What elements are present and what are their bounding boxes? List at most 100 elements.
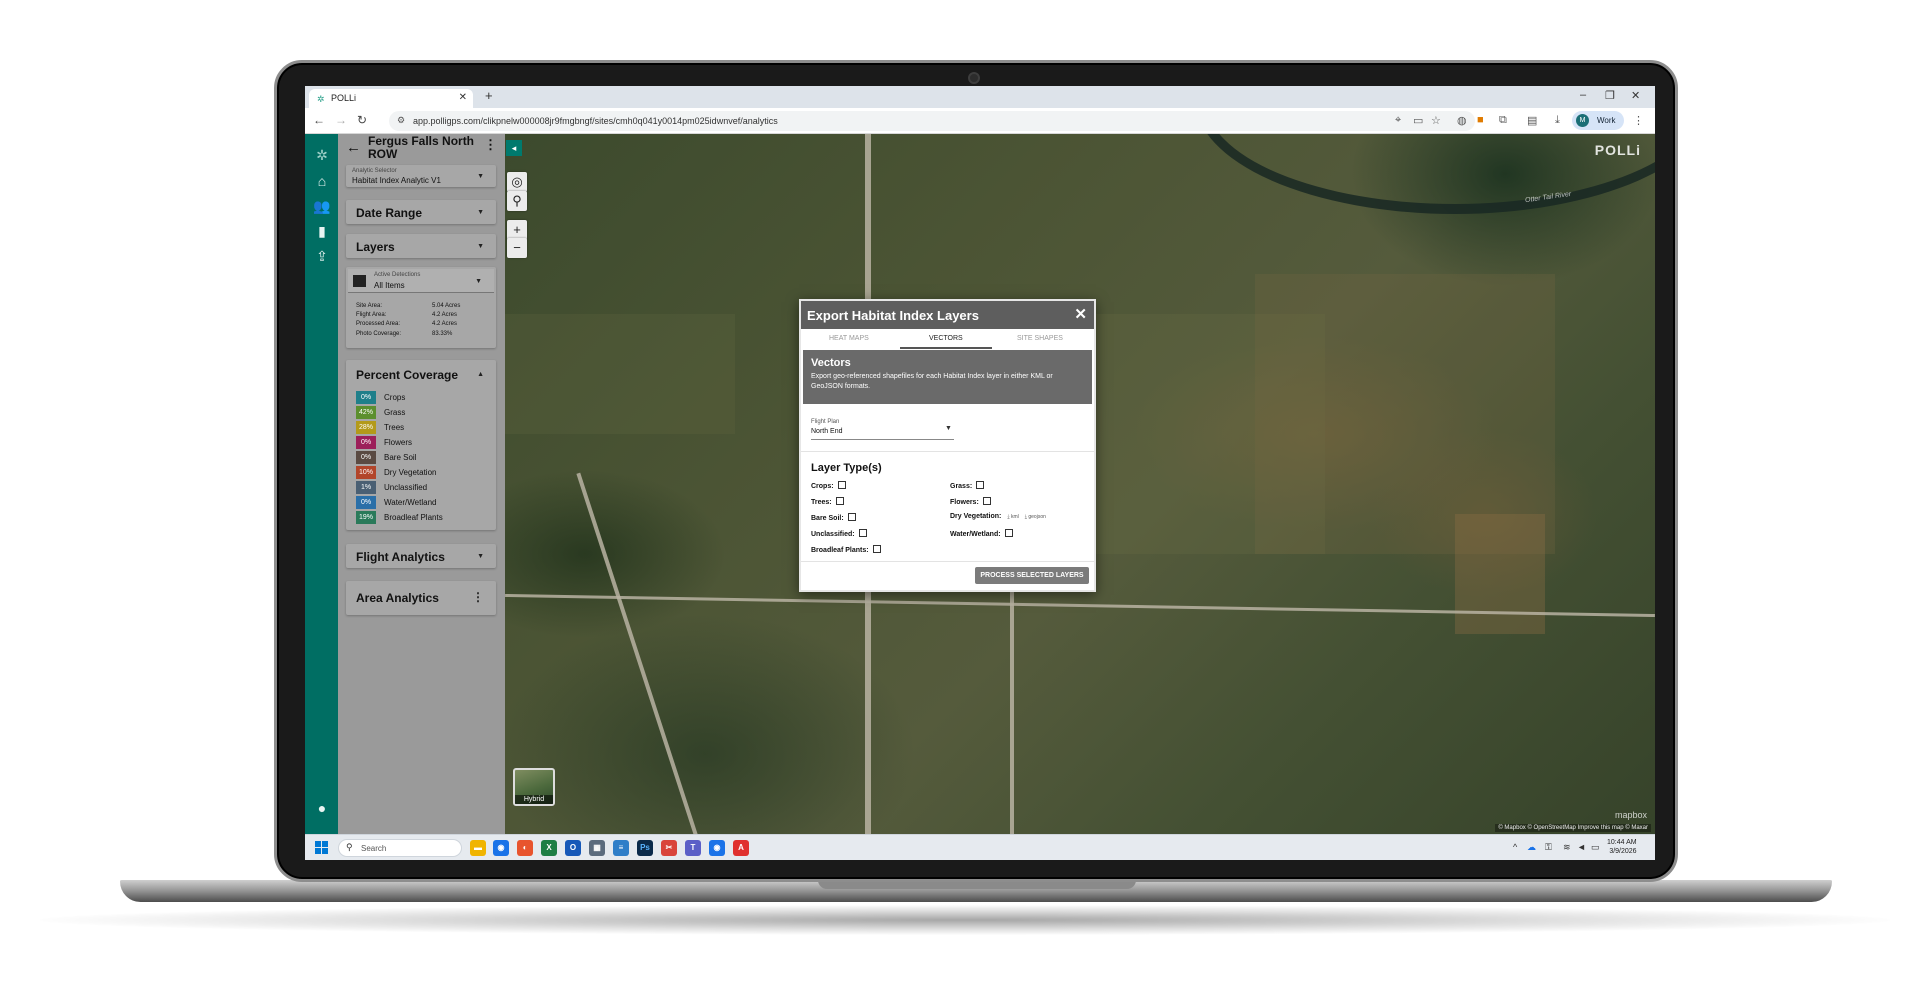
coverage-label: Dry Vegetation bbox=[384, 468, 437, 477]
new-tab-icon[interactable]: + bbox=[485, 88, 493, 103]
outlook-icon[interactable]: O bbox=[565, 840, 581, 856]
tray-overflow-icon[interactable]: ^ bbox=[1513, 842, 1517, 852]
chrome-profile-icon[interactable]: ◉ bbox=[709, 840, 725, 856]
polli-favicon-icon: ✲ bbox=[317, 94, 325, 104]
account-icon[interactable]: ● bbox=[313, 799, 331, 817]
volume-icon[interactable]: ◄ bbox=[1577, 842, 1586, 852]
download-kml-link[interactable]: ⤓ kml bbox=[1007, 514, 1018, 520]
downloads-icon[interactable]: ⤓ bbox=[1555, 114, 1560, 127]
unclassified-checkbox[interactable] bbox=[858, 529, 867, 537]
zoom-out-icon[interactable]: − bbox=[507, 238, 527, 258]
upload-icon[interactable]: ⇪ bbox=[313, 247, 331, 265]
sidepanel-icon[interactable]: ▤ bbox=[1527, 114, 1537, 127]
polli-logo-icon[interactable]: ✲ bbox=[313, 146, 331, 164]
users-icon[interactable]: 👥 bbox=[313, 197, 331, 215]
teams-icon[interactable]: T bbox=[685, 840, 701, 856]
forward-icon[interactable]: → bbox=[335, 113, 347, 127]
profile-avatar: M bbox=[1576, 114, 1589, 127]
battery-icon[interactable]: ▭ bbox=[1591, 842, 1600, 853]
trees-checkbox[interactable] bbox=[835, 497, 844, 505]
browser-tab[interactable]: ✲ POLLi ✕ bbox=[309, 89, 473, 108]
modal-close-icon[interactable]: ✕ bbox=[1074, 305, 1087, 323]
home-icon[interactable]: ⌂ bbox=[313, 172, 331, 190]
coverage-label: Water/Wetland bbox=[384, 498, 437, 507]
tab-close-icon[interactable]: ✕ bbox=[459, 92, 467, 103]
bookmark-star-icon[interactable]: ☆ bbox=[1431, 114, 1441, 127]
windows-start-icon[interactable] bbox=[315, 841, 328, 854]
polli-brand-logo: POLLi bbox=[1594, 142, 1641, 158]
area-analytics-section[interactable]: Area Analytics ⋮ bbox=[346, 581, 496, 615]
stat-photo-coverage: Photo Coverage: 83.33% bbox=[356, 331, 453, 337]
flowers-checkbox[interactable] bbox=[982, 497, 991, 505]
location-icon[interactable]: ⌖ bbox=[1395, 114, 1401, 127]
active-detections-select[interactable]: Active Detections All Items ▼ bbox=[348, 269, 494, 293]
calculator-icon[interactable]: ▦ bbox=[589, 840, 605, 856]
water-wetland-checkbox[interactable] bbox=[1004, 529, 1013, 537]
area-analytics-menu-icon[interactable]: ⋮ bbox=[472, 590, 484, 604]
document-icon[interactable]: ▮ bbox=[313, 222, 331, 240]
snipping-tool-icon[interactable]: ✂ bbox=[661, 840, 677, 856]
taskbar-clock[interactable]: 10:44 AM 3/9/2026 bbox=[1607, 838, 1637, 856]
wifi-icon[interactable]: ≋ bbox=[1563, 842, 1571, 853]
flight-analytics-section[interactable]: Flight Analytics ▼ bbox=[346, 544, 496, 568]
layer-grass: Grass: bbox=[950, 481, 985, 490]
extension-translate-icon[interactable]: ◍ bbox=[1457, 114, 1467, 127]
coverage-label: Crops bbox=[384, 393, 406, 402]
close-window-icon[interactable]: ✕ bbox=[1631, 89, 1640, 102]
extensions-puzzle-icon[interactable]: ⧉ bbox=[1499, 114, 1507, 127]
modal-header: Export Habitat Index Layers ✕ bbox=[801, 301, 1094, 329]
percent-coverage-title[interactable]: Percent Coverage bbox=[356, 368, 458, 382]
layer-types-title: Layer Type(s) bbox=[811, 462, 882, 474]
export-modal: Export Habitat Index Layers ✕ HEAT MAPS … bbox=[799, 299, 1096, 592]
vectors-title: Vectors bbox=[811, 357, 851, 369]
map-attribution[interactable]: © Mapbox © OpenStreetMap Improve this ma… bbox=[1495, 824, 1651, 832]
vectors-description: Export geo-referenced shapefiles for eac… bbox=[811, 373, 1053, 390]
tab-vectors[interactable]: VECTORS bbox=[929, 335, 963, 342]
site-info-icon[interactable]: ⚙ bbox=[397, 115, 405, 126]
layer-dry-vegetation: Dry Vegetation: ⤓ kml ⤓ geojson bbox=[950, 513, 1046, 520]
vpn-icon[interactable]: ⚿ bbox=[1545, 842, 1552, 853]
layers-section[interactable]: Layers ▼ bbox=[346, 234, 496, 258]
chevron-down-icon[interactable]: ▼ bbox=[945, 425, 952, 432]
back-icon[interactable]: ← bbox=[313, 113, 325, 127]
mapbox-logo[interactable]: mapbox bbox=[1615, 810, 1647, 820]
flight-plan-select[interactable]: North End bbox=[811, 428, 843, 435]
crops-checkbox[interactable] bbox=[837, 481, 846, 489]
back-arrow-icon[interactable]: ← bbox=[346, 139, 361, 156]
locate-icon[interactable]: ◎ bbox=[507, 172, 527, 192]
url-field[interactable]: ⚙ app.polligps.com/clikpnelw000008jr9fmg… bbox=[389, 111, 1475, 131]
bare-soil-checkbox[interactable] bbox=[847, 513, 856, 521]
restore-icon[interactable]: ❐ bbox=[1605, 89, 1615, 102]
process-layers-button[interactable]: PROCESS SELECTED LAYERS bbox=[975, 567, 1089, 584]
taskbar-search[interactable]: ⚲ Search bbox=[338, 839, 462, 857]
broadleaf-plants-checkbox[interactable] bbox=[872, 545, 881, 553]
notepad-icon[interactable]: ≡ bbox=[613, 840, 629, 856]
firefox-icon[interactable]: ◐ bbox=[517, 840, 533, 856]
chevron-up-icon[interactable]: ▲ bbox=[477, 371, 484, 378]
grass-checkbox[interactable] bbox=[976, 481, 985, 489]
tab-site-shapes[interactable]: SITE SHAPES bbox=[1017, 335, 1063, 342]
hybrid-layer-toggle[interactable]: Hybrid bbox=[513, 768, 555, 806]
reload-icon[interactable]: ↻ bbox=[357, 113, 367, 127]
date-range-section[interactable]: Date Range ▼ bbox=[346, 200, 496, 224]
extension-orange-icon[interactable]: ■ bbox=[1477, 114, 1484, 126]
site-menu-icon[interactable]: ⋮ bbox=[484, 137, 497, 153]
browser-menu-icon[interactable]: ⋮ bbox=[1633, 114, 1644, 127]
acrobat-icon[interactable]: A bbox=[733, 840, 749, 856]
cast-icon[interactable]: ▭ bbox=[1413, 114, 1423, 127]
file-explorer-icon[interactable]: ▬ bbox=[470, 840, 486, 856]
chrome-icon[interactable]: ◉ bbox=[493, 840, 509, 856]
map-search-icon[interactable]: ⚲ bbox=[507, 191, 527, 211]
download-geojson-link[interactable]: ⤓ geojson bbox=[1025, 514, 1046, 520]
hybrid-label: Hybrid bbox=[515, 795, 553, 804]
profile-chip[interactable]: M Work bbox=[1572, 111, 1624, 130]
photoshop-icon[interactable]: Ps bbox=[637, 840, 653, 856]
analytic-selector[interactable]: Analytic Selector Habitat Index Analytic… bbox=[346, 165, 496, 187]
map-field bbox=[1255, 274, 1555, 554]
collapse-panel-icon[interactable]: ◂ bbox=[506, 140, 522, 156]
tab-heat-maps[interactable]: HEAT MAPS bbox=[829, 335, 869, 342]
minimize-icon[interactable]: – bbox=[1580, 89, 1586, 101]
zoom-in-icon[interactable]: + bbox=[507, 220, 527, 240]
excel-icon[interactable]: X bbox=[541, 840, 557, 856]
onedrive-icon[interactable]: ☁ bbox=[1527, 842, 1536, 853]
